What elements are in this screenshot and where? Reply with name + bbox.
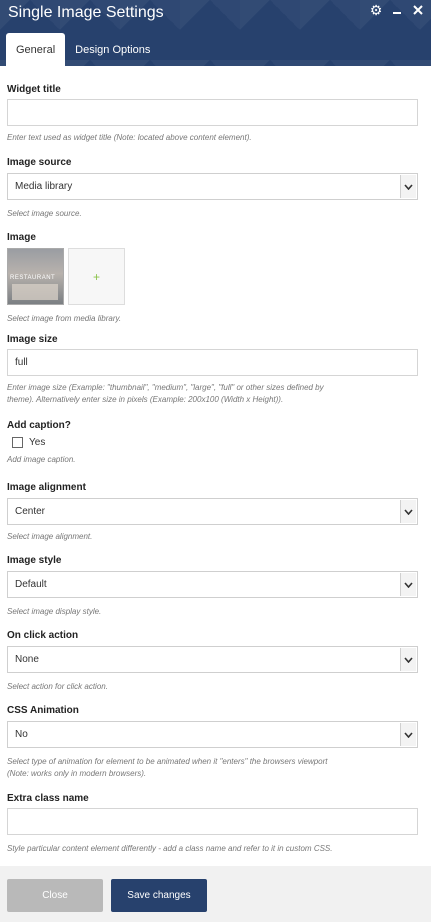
widget-title-input[interactable]	[7, 99, 418, 126]
image-alignment-value: Center	[15, 506, 46, 517]
image-style-label: Image style	[7, 555, 62, 566]
image-size-help-line2: theme). Alternatively enter size in pixe…	[7, 395, 284, 404]
extra-class-field: Extra class name Style particular conten…	[7, 792, 419, 855]
modal-footer: Close Save changes	[0, 866, 431, 922]
thumbnail-caption: RESTAURANT	[10, 275, 56, 281]
image-alignment-help: Select image alignment.	[7, 532, 93, 541]
image-alignment-select[interactable]: Center	[7, 498, 418, 525]
modal-title: Single Image Settings	[8, 4, 164, 21]
save-changes-button[interactable]: Save changes	[111, 879, 207, 912]
css-animation-label: CSS Animation	[7, 705, 79, 716]
modal-header: Single Image Settings ⚙ General Design O…	[0, 0, 431, 66]
widget-title-label: Widget title	[7, 84, 61, 95]
image-style-value: Default	[15, 579, 47, 590]
add-image-button[interactable]: +	[68, 248, 125, 305]
image-source-value: Media library	[15, 181, 73, 192]
close-icon[interactable]	[411, 3, 425, 17]
image-source-help: Select image source.	[7, 209, 82, 218]
image-field: Image RESTAURANT + Select image from med…	[7, 231, 419, 325]
thumbnail-table-shape	[12, 284, 58, 300]
widget-title-field: Widget title Enter text used as widget t…	[7, 83, 419, 144]
image-label: Image	[7, 232, 36, 243]
css-animation-select[interactable]: No	[7, 721, 418, 748]
tab-bar: General Design Options	[6, 33, 160, 66]
on-click-action-help: Select action for click action.	[7, 682, 108, 691]
add-caption-checkbox[interactable]	[12, 437, 23, 448]
on-click-action-value: None	[15, 654, 39, 665]
image-source-select[interactable]: Media library	[7, 173, 418, 200]
image-alignment-label: Image alignment	[7, 482, 86, 493]
image-style-field: Image style Default Select image display…	[7, 554, 419, 618]
header-controls: ⚙	[369, 3, 425, 17]
widget-title-help: Enter text used as widget title (Note: l…	[7, 133, 252, 142]
minimize-icon[interactable]	[390, 3, 404, 17]
add-caption-option: Yes	[12, 437, 419, 448]
extra-class-help: Style particular content element differe…	[7, 844, 333, 853]
chevron-down-icon	[400, 573, 416, 596]
add-caption-help: Add image caption.	[7, 455, 76, 464]
css-animation-help-line1: Select type of animation for element to …	[7, 757, 328, 766]
css-animation-field: CSS Animation No Select type of animatio…	[7, 704, 419, 780]
on-click-action-select[interactable]: None	[7, 646, 418, 673]
add-caption-checkbox-label: Yes	[29, 437, 46, 448]
plus-icon: +	[92, 269, 100, 284]
tab-general[interactable]: General	[6, 33, 66, 66]
image-source-field: Image source Media library Select image …	[7, 156, 419, 220]
image-size-field: Image size full Enter image size (Exampl…	[7, 333, 419, 406]
image-help: Select image from media library.	[7, 314, 122, 323]
add-caption-field: Add caption? Yes Add image caption.	[7, 419, 419, 466]
image-picker: RESTAURANT +	[7, 248, 419, 305]
image-alignment-field: Image alignment Center Select image alig…	[7, 481, 419, 543]
on-click-action-label: On click action	[7, 630, 79, 641]
image-thumbnail[interactable]: RESTAURANT	[7, 248, 64, 305]
close-button[interactable]: Close	[7, 879, 103, 912]
gear-icon[interactable]: ⚙	[369, 3, 383, 17]
image-size-help-line1: Enter image size (Example: "thumbnail", …	[7, 383, 324, 392]
image-style-help: Select image display style.	[7, 607, 102, 616]
css-animation-help-line2: (Note: works only in modern browsers).	[7, 769, 147, 778]
extra-class-label: Extra class name	[7, 793, 89, 804]
image-source-label: Image source	[7, 157, 72, 168]
on-click-action-field: On click action None Select action for c…	[7, 629, 419, 693]
extra-class-input[interactable]	[7, 808, 418, 835]
image-style-select[interactable]: Default	[7, 571, 418, 598]
css-animation-value: No	[15, 729, 28, 740]
chevron-down-icon	[400, 723, 416, 746]
chevron-down-icon	[400, 500, 416, 523]
tab-design-options[interactable]: Design Options	[65, 33, 160, 66]
chevron-down-icon	[400, 648, 416, 671]
image-size-label: Image size	[7, 334, 58, 345]
add-caption-label: Add caption?	[7, 420, 71, 431]
image-size-input[interactable]: full	[7, 349, 418, 376]
chevron-down-icon	[400, 175, 416, 198]
